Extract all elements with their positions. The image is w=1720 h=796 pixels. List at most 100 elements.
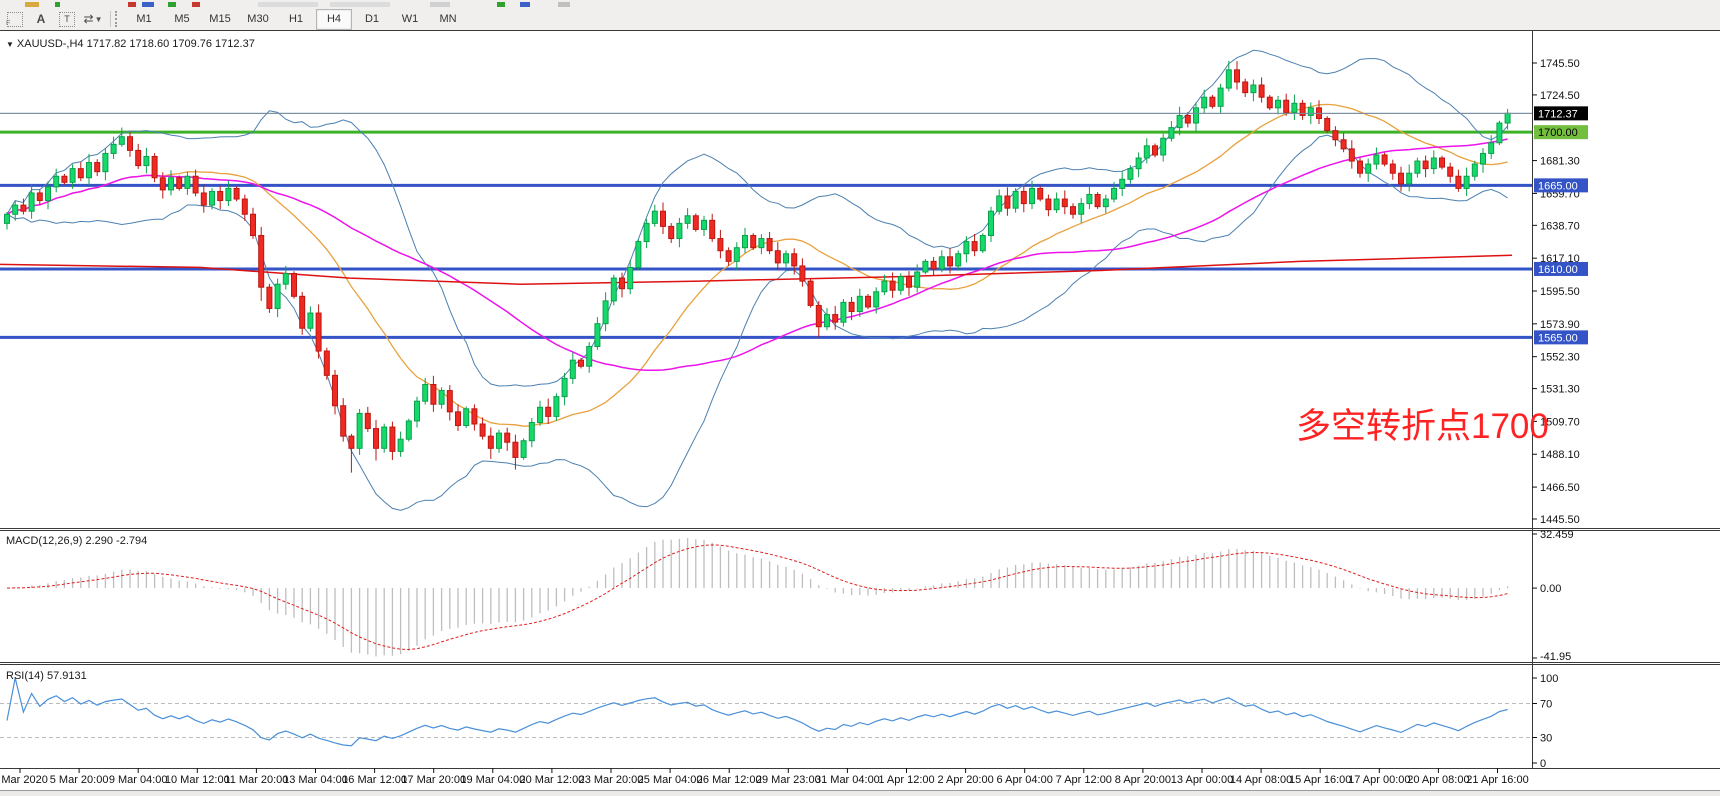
date-label[interactable]: 1 Apr 12:00 bbox=[878, 774, 934, 786]
candle-body bbox=[1251, 85, 1256, 93]
timeframe-button-D1[interactable]: D1 bbox=[354, 9, 390, 30]
date-label[interactable]: 23 Mar 20:00 bbox=[579, 774, 644, 786]
candle-body bbox=[1030, 188, 1035, 203]
date-label[interactable]: 10 Mar 12:00 bbox=[165, 774, 230, 786]
candle-body bbox=[792, 254, 797, 266]
candle-body bbox=[595, 324, 600, 347]
date-label[interactable]: 21 Apr 16:00 bbox=[1466, 774, 1528, 786]
candle-body bbox=[398, 439, 403, 451]
date-label[interactable]: 4 Mar 2020 bbox=[0, 774, 48, 786]
date-label[interactable]: 13 Mar 04:00 bbox=[283, 774, 348, 786]
candle-body bbox=[119, 137, 124, 145]
toolbar-top-icon-fragment bbox=[330, 2, 390, 7]
candle-body bbox=[857, 296, 862, 311]
timeframe-button-W1[interactable]: W1 bbox=[392, 9, 428, 30]
timeframe-button-group: M1M5M15M30H1H4D1W1MN bbox=[125, 9, 467, 30]
arrows-tool-button[interactable]: ⇄ ▼ bbox=[82, 10, 104, 28]
candle-body bbox=[1161, 138, 1166, 155]
candle-body bbox=[431, 384, 436, 404]
candle-body bbox=[661, 211, 666, 226]
timeframe-button-MN[interactable]: MN bbox=[430, 9, 466, 30]
toolbar-drag-handle[interactable] bbox=[115, 11, 121, 27]
candle-body bbox=[341, 406, 346, 436]
candle-body bbox=[603, 301, 608, 324]
candle-body bbox=[275, 284, 280, 308]
trading-app-window: F A T ⇄ ▼ M1M5M15M30H1H4D1W1MN 1745.50 17… bbox=[0, 0, 1720, 796]
candle-body bbox=[447, 391, 452, 412]
price-tick-label: 1745.50 bbox=[1540, 58, 1580, 70]
candle-body bbox=[144, 156, 149, 165]
candle-body bbox=[734, 248, 739, 262]
candle-body bbox=[472, 409, 477, 424]
candle-body bbox=[218, 191, 223, 200]
candle-body bbox=[1128, 169, 1133, 180]
candle-body bbox=[283, 274, 288, 285]
macd-panel[interactable] bbox=[7, 538, 1508, 656]
date-label[interactable]: 2 Apr 20:00 bbox=[937, 774, 993, 786]
toolbar-top-icon-fragment bbox=[520, 2, 530, 7]
date-label[interactable]: 26 Mar 12:00 bbox=[697, 774, 762, 786]
timeframe-button-M15[interactable]: M15 bbox=[202, 9, 238, 30]
candle-body bbox=[759, 239, 764, 248]
candle-body bbox=[743, 236, 748, 248]
candle-body bbox=[423, 384, 428, 401]
candle-body bbox=[751, 236, 756, 248]
candle-body bbox=[193, 176, 198, 193]
candle-body bbox=[579, 360, 584, 366]
date-label[interactable]: 17 Apr 00:00 bbox=[1348, 774, 1410, 786]
date-label[interactable]: 20 Apr 08:00 bbox=[1407, 774, 1469, 786]
candle-body bbox=[784, 254, 789, 263]
date-label[interactable]: 7 Apr 12:00 bbox=[1056, 774, 1112, 786]
candle-body bbox=[456, 412, 461, 426]
candle-body bbox=[78, 169, 83, 178]
text-box-tool-button[interactable]: T bbox=[56, 10, 78, 28]
toolbar-top-icon-fragment bbox=[25, 2, 39, 7]
date-label[interactable]: 11 Mar 20:00 bbox=[224, 774, 288, 786]
timeframe-button-H1[interactable]: H1 bbox=[278, 9, 314, 30]
date-label[interactable]: 31 Mar 04:00 bbox=[815, 774, 880, 786]
toolbar-top-icon-fragment bbox=[128, 2, 136, 7]
rsi-panel[interactable] bbox=[0, 678, 1532, 746]
timeframe-button-M1[interactable]: M1 bbox=[126, 9, 162, 30]
toolbar-top-row[interactable] bbox=[0, 0, 1720, 8]
candle-body bbox=[21, 205, 26, 211]
date-label[interactable]: 13 Apr 00:00 bbox=[1171, 774, 1233, 786]
date-label[interactable]: 14 Apr 08:00 bbox=[1230, 774, 1292, 786]
timeframe-button-H4[interactable]: H4 bbox=[316, 9, 352, 30]
date-label[interactable]: 20 Mar 12:00 bbox=[519, 774, 584, 786]
text-label-tool-button[interactable]: A bbox=[30, 10, 52, 28]
candle-body bbox=[989, 211, 994, 235]
symbol-dropdown-icon[interactable]: ▼ bbox=[6, 40, 14, 49]
candle-body bbox=[349, 436, 354, 448]
date-label[interactable]: 15 Apr 16:00 bbox=[1289, 774, 1351, 786]
candle-body bbox=[956, 254, 961, 266]
candle-body bbox=[390, 427, 395, 451]
candle-body bbox=[907, 277, 912, 288]
price-tick-label: 1531.30 bbox=[1540, 384, 1580, 396]
date-label[interactable]: 16 Mar 12:00 bbox=[342, 774, 407, 786]
date-label[interactable]: 17 Mar 20:00 bbox=[401, 774, 466, 786]
candle-body bbox=[365, 413, 370, 428]
date-label[interactable]: 19 Mar 04:00 bbox=[460, 774, 525, 786]
date-label[interactable]: 29 Mar 23:00 bbox=[756, 774, 821, 786]
date-label[interactable]: 8 Apr 20:00 bbox=[1115, 774, 1171, 786]
candle-body bbox=[201, 193, 206, 205]
timeframe-button-M30[interactable]: M30 bbox=[240, 9, 276, 30]
macd-tick-label: -41.95 bbox=[1540, 651, 1571, 663]
date-label[interactable]: 9 Mar 04:00 bbox=[109, 774, 168, 786]
candle-body bbox=[1185, 115, 1190, 123]
date-label[interactable]: 6 Apr 04:00 bbox=[997, 774, 1053, 786]
candle-body bbox=[964, 242, 969, 254]
candle-body bbox=[562, 378, 567, 396]
candle-body bbox=[1349, 149, 1354, 161]
date-label[interactable]: 5 Mar 20:00 bbox=[50, 774, 109, 786]
candle-body bbox=[1169, 128, 1174, 139]
date-label[interactable]: 25 Mar 04:00 bbox=[638, 774, 703, 786]
candle-body bbox=[292, 274, 297, 297]
candle-body bbox=[1325, 118, 1330, 130]
candle-body bbox=[1120, 179, 1125, 188]
candle-body bbox=[980, 236, 985, 251]
price-tick-label: 1724.50 bbox=[1540, 90, 1580, 102]
fibonacci-tool-button[interactable]: F bbox=[4, 10, 26, 28]
timeframe-button-M5[interactable]: M5 bbox=[164, 9, 200, 30]
